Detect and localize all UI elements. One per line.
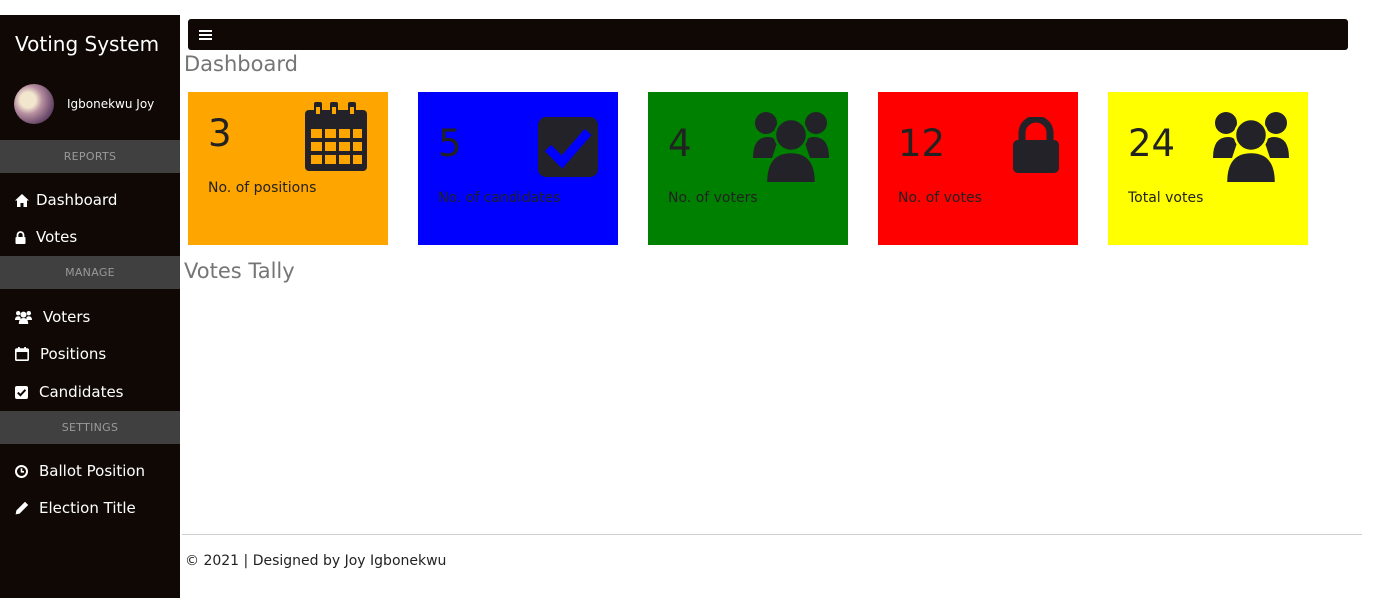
home-icon (15, 193, 29, 207)
stat-card-candidates: 5 No. of candidates (418, 92, 618, 245)
brand-title: Voting System (15, 32, 160, 56)
sidebar-item-label: Election Title (39, 499, 136, 517)
stat-card-positions: 3 No. of positions (188, 92, 388, 245)
users-icon (1213, 112, 1289, 182)
avatar (14, 84, 54, 124)
sidebar-item-label: Ballot Position (39, 462, 146, 480)
hamburger-icon-bar (199, 34, 212, 36)
page-title: Dashboard (184, 52, 298, 76)
sidebar-item-votes[interactable]: Votes (0, 219, 180, 255)
stat-label: No. of positions (208, 180, 317, 196)
clock-icon (15, 464, 28, 478)
section-title-votes-tally: Votes Tally (184, 259, 295, 283)
hamburger-icon (199, 30, 212, 32)
menu-toggle-button[interactable] (199, 30, 212, 41)
section-header-reports: REPORTS (0, 140, 180, 173)
pencil-icon (15, 501, 29, 515)
calendar-icon (305, 102, 367, 171)
check-square-icon (538, 117, 598, 177)
sidebar-item-label: Dashboard (36, 191, 118, 209)
stat-value: 24 (1128, 122, 1176, 165)
sidebar: Voting System Igbonekwu Joy REPORTS Dash… (0, 15, 180, 598)
sidebar-item-dashboard[interactable]: Dashboard (0, 182, 180, 218)
footer-text: © 2021 | Designed by Joy Igbonekwu (185, 553, 447, 569)
section-header-settings: SETTINGS (0, 411, 180, 444)
hamburger-icon-bar (199, 38, 212, 40)
check-square-icon (15, 385, 28, 399)
users-icon (753, 112, 829, 182)
top-navbar (188, 19, 1348, 50)
sidebar-item-label: Voters (43, 308, 91, 326)
sidebar-item-election-title[interactable]: Election Title (0, 490, 180, 526)
stat-value: 12 (898, 122, 946, 165)
lock-icon (1013, 117, 1059, 173)
stat-value: 4 (668, 122, 692, 165)
user-panel: Igbonekwu Joy (14, 84, 154, 124)
stat-label: Total votes (1128, 190, 1204, 206)
section-header-manage: MANAGE (0, 256, 180, 289)
stat-card-votes: 12 No. of votes (878, 92, 1078, 245)
stat-card-voters: 4 No. of voters (648, 92, 848, 245)
stat-card-total-votes: 24 Total votes (1108, 92, 1308, 245)
sidebar-item-label: Positions (40, 345, 107, 363)
users-icon (15, 311, 32, 324)
sidebar-item-label: Votes (36, 228, 78, 246)
sidebar-item-positions[interactable]: Positions (0, 336, 180, 372)
sidebar-item-candidates[interactable]: Candidates (0, 374, 180, 410)
stat-value: 5 (438, 122, 462, 165)
sidebar-item-label: Candidates (39, 383, 124, 401)
stat-label: No. of votes (898, 190, 982, 206)
sidebar-item-voters[interactable]: Voters (0, 299, 180, 335)
calendar-icon (15, 347, 29, 361)
user-name: Igbonekwu Joy (67, 97, 155, 111)
stat-label: No. of voters (668, 190, 758, 206)
stat-value: 3 (208, 112, 232, 155)
stat-label: No. of candidates (438, 190, 561, 206)
lock-icon (15, 230, 26, 244)
sidebar-item-ballot-position[interactable]: Ballot Position (0, 453, 180, 489)
footer-divider (182, 534, 1362, 535)
